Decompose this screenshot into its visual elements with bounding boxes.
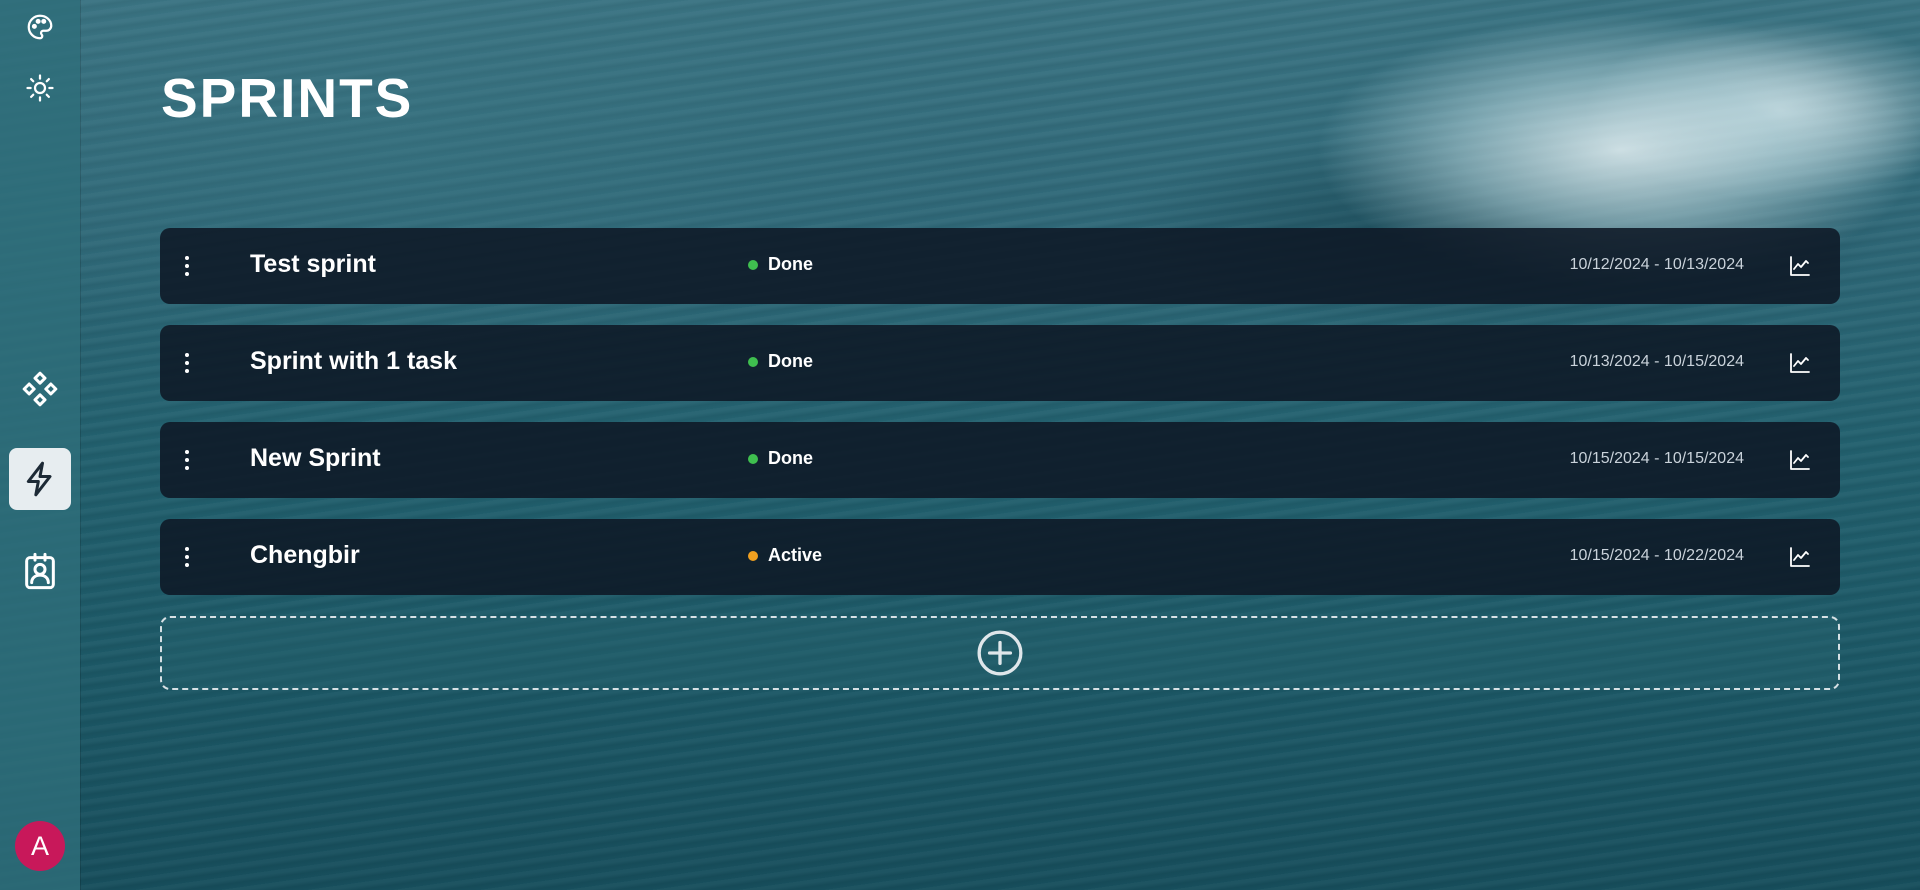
- avatar-initial: A: [30, 830, 49, 861]
- add-sprint-button[interactable]: [160, 616, 1840, 690]
- sprint-chart-button[interactable]: [1786, 543, 1814, 571]
- theme-palette-button[interactable]: [9, 7, 71, 47]
- sprint-name: New Sprint: [250, 444, 381, 472]
- sprint-chart-button[interactable]: [1786, 349, 1814, 377]
- status-label: Done: [768, 351, 813, 371]
- add-circle-icon: [977, 630, 1023, 676]
- sprint-status: Done: [748, 351, 813, 372]
- palette-icon: [27, 14, 53, 40]
- sprint-name: Sprint with 1 task: [250, 347, 457, 375]
- status-label: Done: [768, 448, 813, 468]
- line-chart-icon: [1790, 353, 1810, 373]
- status-dot: [748, 550, 758, 561]
- components-icon: [22, 371, 58, 407]
- status-dot: [748, 356, 758, 367]
- sprint-dates: 10/13/2024 - 10/15/2024: [1569, 353, 1744, 370]
- sprint-row[interactable]: Test sprint Done 10/12/2024 - 10/13/2024: [160, 228, 1840, 304]
- status-dot: [748, 259, 758, 270]
- sprint-status: Done: [748, 254, 813, 275]
- line-chart-icon: [1790, 450, 1810, 470]
- user-avatar[interactable]: A: [15, 821, 65, 871]
- line-chart-icon: [1790, 547, 1810, 567]
- sprint-name: Chengbir: [250, 541, 360, 569]
- sprint-row[interactable]: Sprint with 1 task Done 10/13/2024 - 10/…: [160, 325, 1840, 401]
- sprint-menu-button[interactable]: [182, 543, 192, 571]
- line-chart-icon: [1790, 256, 1810, 276]
- sprint-name: Test sprint: [250, 250, 376, 278]
- sun-icon: [26, 74, 54, 102]
- sprint-dates: 10/12/2024 - 10/13/2024: [1569, 256, 1744, 273]
- status-label: Done: [768, 254, 813, 274]
- sidebar: A: [0, 0, 80, 890]
- nav-sprints-button[interactable]: [9, 448, 71, 510]
- status-label: Active: [768, 545, 823, 565]
- nav-components-button[interactable]: [9, 358, 71, 420]
- sprint-row[interactable]: Chengbir Active 10/15/2024 - 10/22/2024: [160, 519, 1840, 595]
- contact-badge-icon: [25, 552, 55, 590]
- lightning-icon: [26, 461, 52, 497]
- sprint-menu-button[interactable]: [182, 349, 192, 377]
- nav-contacts-button[interactable]: [9, 540, 71, 602]
- sprint-menu-button[interactable]: [182, 252, 192, 280]
- sprint-status: Done: [748, 448, 813, 469]
- page-title: SPRINTS: [161, 67, 414, 129]
- sprint-menu-button[interactable]: [182, 446, 192, 474]
- sprint-status: Active: [748, 545, 822, 566]
- sprint-dates: 10/15/2024 - 10/15/2024: [1569, 450, 1744, 467]
- light-mode-button[interactable]: [9, 68, 71, 108]
- sprint-chart-button[interactable]: [1786, 446, 1814, 474]
- sprint-dates: 10/15/2024 - 10/22/2024: [1569, 547, 1744, 564]
- sprint-row[interactable]: New Sprint Done 10/15/2024 - 10/15/2024: [160, 422, 1840, 498]
- sprint-chart-button[interactable]: [1786, 252, 1814, 280]
- status-dot: [748, 453, 758, 464]
